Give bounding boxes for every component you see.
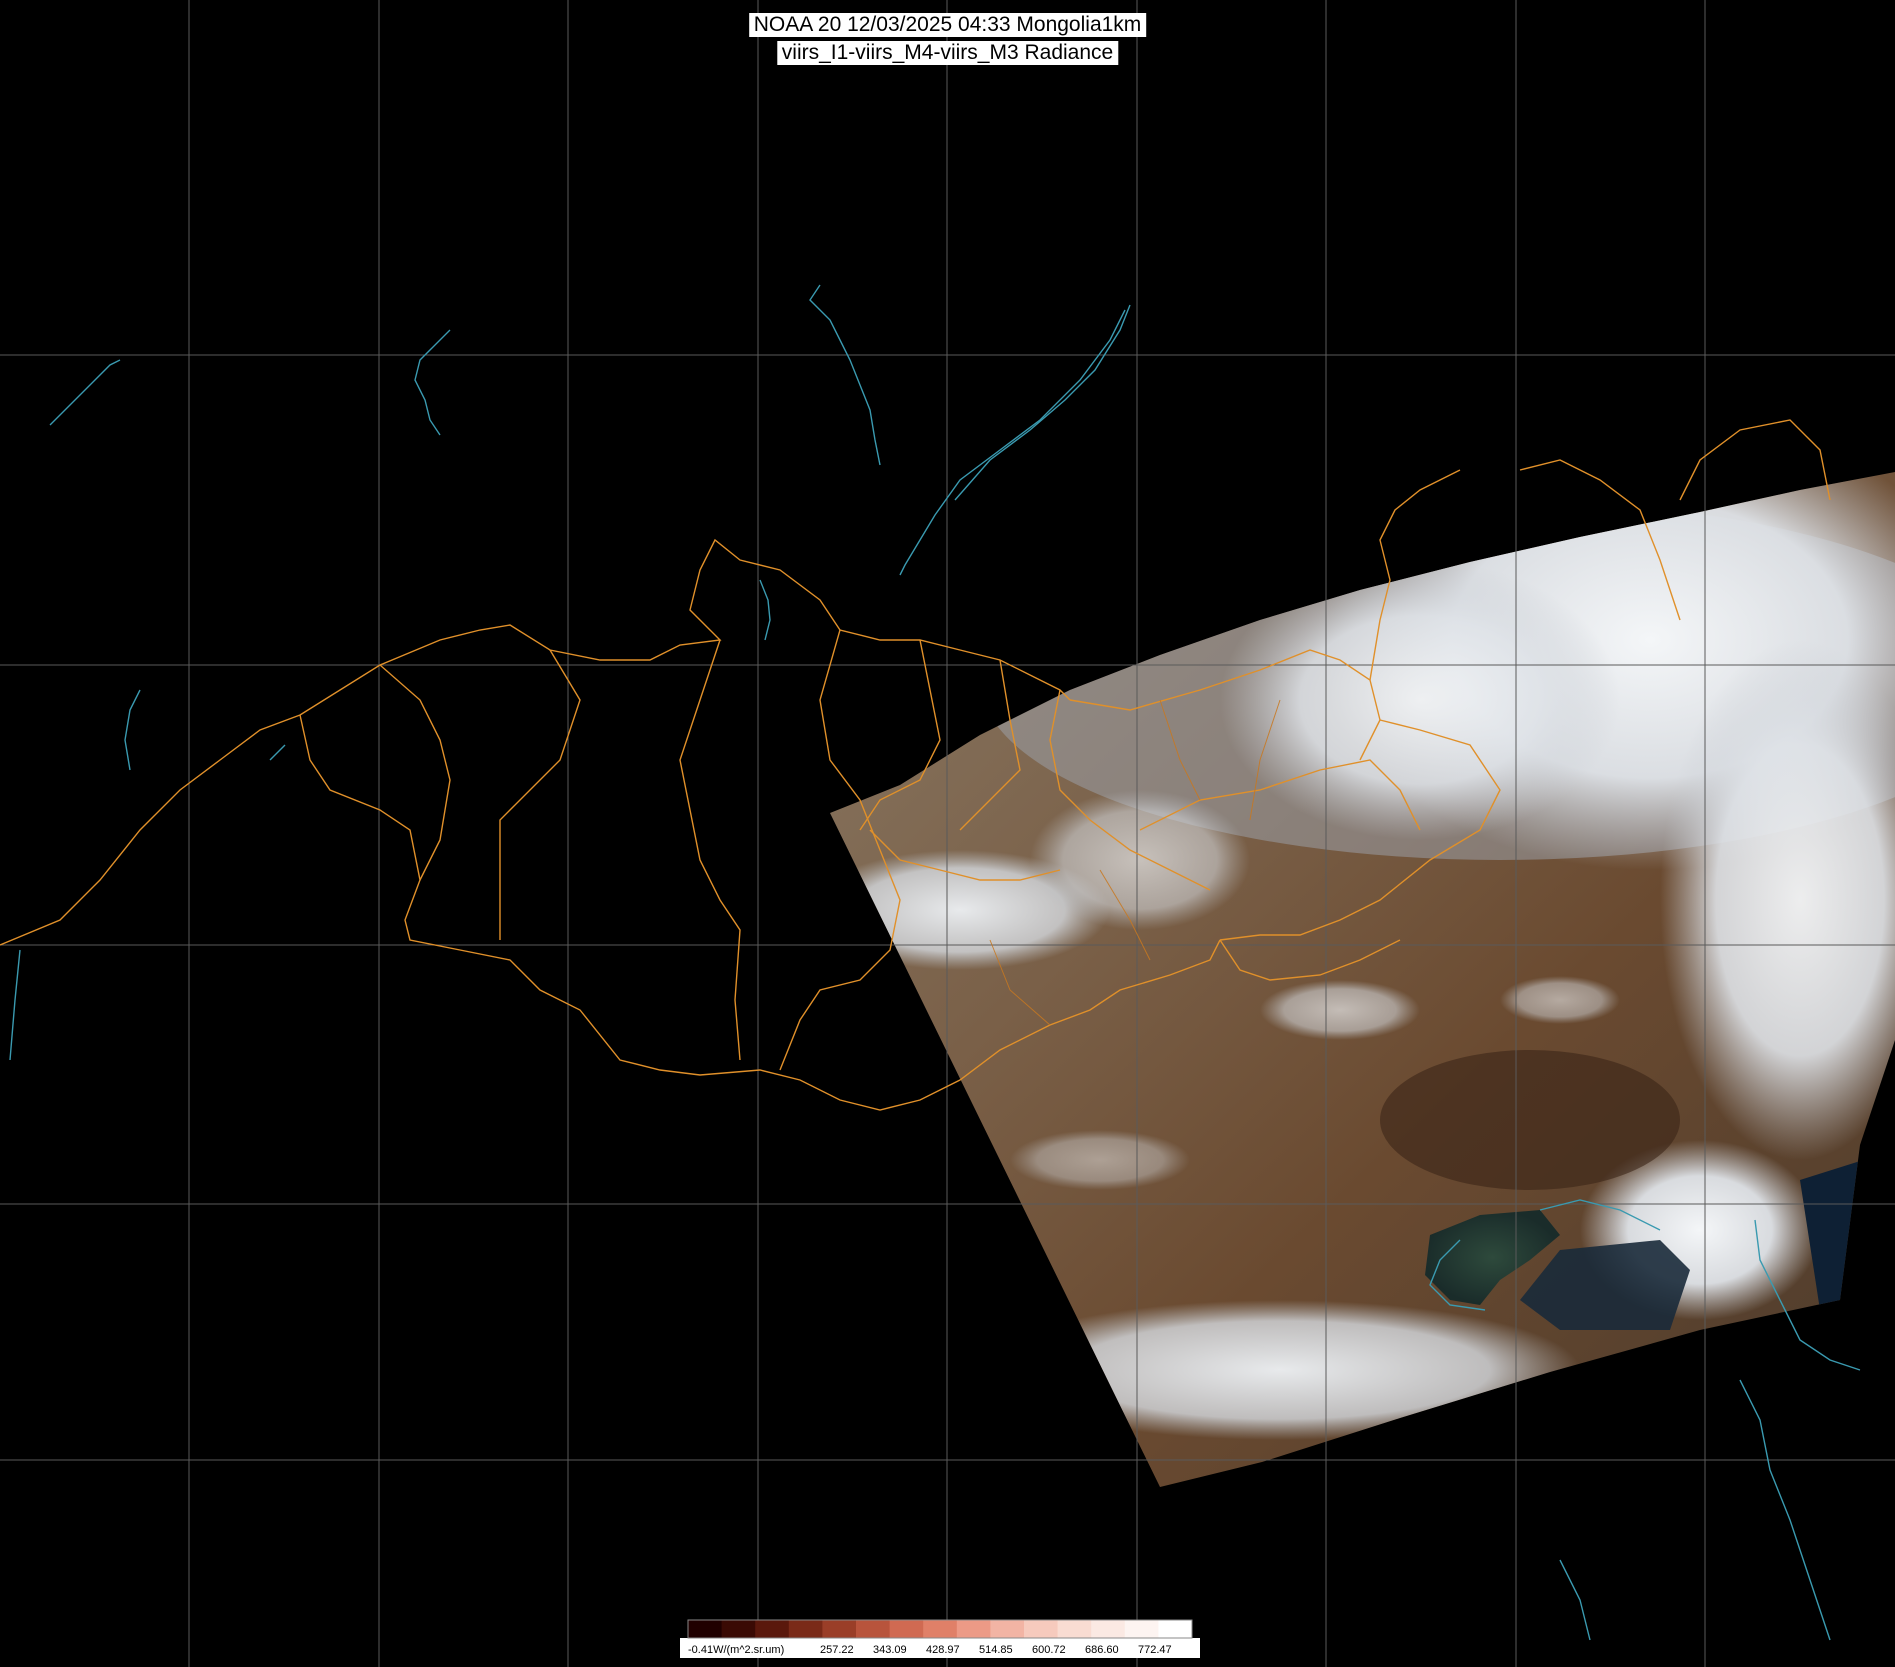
map-title-line2: viirs_I1-viirs_M4-viirs_M3 Radiance	[776, 41, 1119, 65]
colorbar-swatch	[923, 1620, 958, 1638]
map-title-line1: NOAA 20 12/03/2025 04:33 Mongolia1km	[748, 13, 1147, 37]
colorbar-swatch	[956, 1620, 991, 1638]
colorbar-swatch	[990, 1620, 1025, 1638]
colorbar-swatch	[1158, 1620, 1193, 1638]
colorbar-swatch	[1024, 1620, 1059, 1638]
colorbar-swatch	[889, 1620, 924, 1638]
colorbar-label: -0.41W/(m^2.sr.um)	[688, 1644, 784, 1656]
colorbar-swatch	[856, 1620, 891, 1638]
colorbar-label: 772.47	[1138, 1644, 1172, 1656]
colorbar-swatch	[1091, 1620, 1126, 1638]
colorbar-swatch	[1057, 1620, 1092, 1638]
colorbar-label: 686.60	[1085, 1644, 1119, 1656]
colorbar-swatch	[822, 1620, 857, 1638]
colorbar-swatch	[721, 1620, 756, 1638]
satellite-map	[0, 0, 1895, 1667]
colorbar-swatch	[788, 1620, 823, 1638]
colorbar-label: 514.85	[979, 1644, 1013, 1656]
colorbar-label: 343.09	[873, 1644, 907, 1656]
colorbar-swatch	[688, 1620, 723, 1638]
colorbar-label: 257.22	[820, 1644, 854, 1656]
colorbar-swatch	[1124, 1620, 1159, 1638]
colorbar-label: 428.97	[926, 1644, 960, 1656]
colorbar-swatch	[755, 1620, 790, 1638]
colorbar: -0.41W/(m^2.sr.um) 257.22 343.09 428.97 514.…	[680, 1619, 1200, 1658]
colorbar-labels: -0.41W/(m^2.sr.um) 257.22 343.09 428.97 514.…	[688, 1644, 1172, 1656]
colorbar-label: 600.72	[1032, 1644, 1066, 1656]
